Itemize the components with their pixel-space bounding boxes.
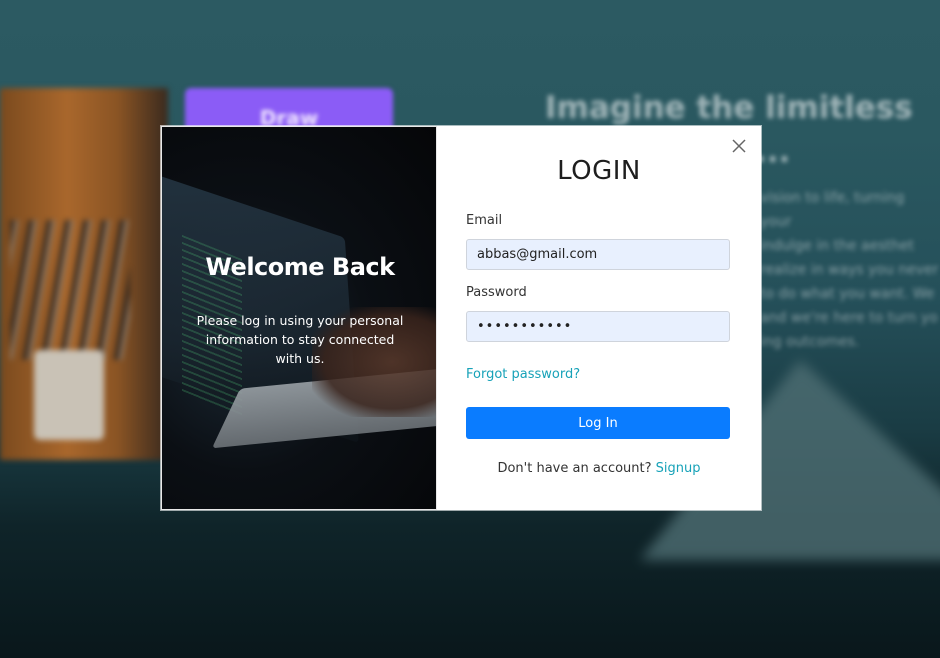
background-brushes-image — [10, 220, 130, 360]
welcome-text: Please log in using your personal inform… — [196, 313, 404, 366]
password-field[interactable] — [466, 311, 730, 342]
login-title: LOGIN — [557, 156, 641, 186]
close-button[interactable] — [731, 138, 747, 154]
forgot-password-link[interactable]: Forgot password? — [466, 367, 580, 382]
background-paragraph: vision to life, turning your indulge in … — [760, 190, 939, 350]
background-cup-image — [34, 350, 104, 440]
welcome-title: Welcome Back — [205, 253, 395, 281]
signup-prompt: Don't have an account? — [497, 461, 652, 476]
login-button[interactable]: Log In — [466, 407, 730, 439]
login-panel: LOGIN Email Password Forgot password? Lo… — [437, 126, 761, 510]
signup-row: Don't have an account? Signup — [437, 461, 761, 476]
welcome-panel: Welcome Back Please log in using your pe… — [161, 126, 437, 510]
email-label: Email — [466, 213, 503, 228]
close-icon — [731, 138, 747, 154]
login-modal: Welcome Back Please log in using your pe… — [161, 126, 761, 510]
signup-link[interactable]: Signup — [656, 461, 701, 476]
password-label: Password — [466, 285, 527, 300]
email-field[interactable] — [466, 239, 730, 270]
